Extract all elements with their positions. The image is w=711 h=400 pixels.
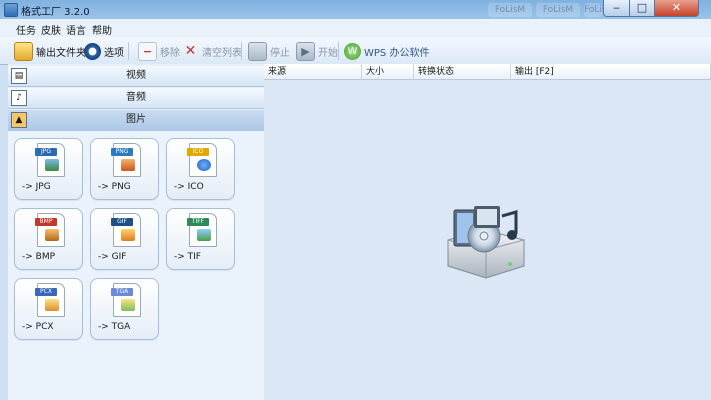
ico-file-icon: ICO: [187, 143, 217, 177]
column-size[interactable]: 大小: [362, 64, 414, 80]
png-file-icon: PNG: [111, 143, 141, 177]
app-icon: [4, 3, 18, 17]
toolbar-separator: [128, 42, 129, 60]
minimize-button[interactable]: ‒: [603, 0, 630, 17]
format-button-pcx[interactable]: PCX -> PCX: [14, 278, 83, 340]
category-audio-label: 音频: [126, 92, 146, 103]
clear-list-button[interactable]: ✕ 清空列表: [182, 41, 242, 61]
column-source[interactable]: 来源: [264, 64, 362, 80]
column-output[interactable]: 输出 [F2]: [511, 64, 711, 80]
film-icon: ▤: [11, 68, 27, 84]
format-label: -> PNG: [98, 182, 131, 192]
format-button-jpg[interactable]: JPG -> JPG: [14, 138, 83, 200]
category-audio[interactable]: ♪ 音频: [8, 88, 264, 109]
clear-list-label: 清空列表: [202, 47, 242, 59]
format-button-tga[interactable]: TGA -> TGA: [90, 278, 159, 340]
category-image[interactable]: ▲ 图片: [8, 110, 264, 131]
title-bar: 格式工厂 3.2.0 FoLisM FoLisM FoLis ‒ □ ✕: [0, 0, 711, 19]
start-play-icon: ▶: [296, 41, 315, 61]
window-title: 格式工厂 3.2.0: [21, 7, 90, 18]
music-note-icon: ♪: [11, 90, 27, 106]
category-image-label: 图片: [126, 114, 146, 125]
toolbar: 输出文件夹 选项 − 移除 ✕ 清空列表 停止 ▶ 开始 W WPS 办公软件: [0, 37, 711, 65]
task-list[interactable]: 来源 大小 转换状态 输出 [F2]: [264, 64, 711, 400]
stop-icon: [248, 41, 267, 61]
picture-icon: ▲: [11, 112, 27, 128]
background-window-tab: FoLisM: [536, 3, 580, 17]
format-button-png[interactable]: PNG -> PNG: [90, 138, 159, 200]
toolbar-separator: [338, 42, 339, 60]
category-video[interactable]: ▤ 视频: [8, 66, 264, 87]
close-button[interactable]: ✕: [654, 0, 699, 17]
wps-office-button[interactable]: W WPS 办公软件: [344, 41, 429, 61]
format-label: -> JPG: [22, 182, 51, 192]
folder-icon: [14, 41, 33, 61]
menu-bar: 任务 皮肤 语言 帮助: [0, 19, 711, 38]
wps-label: WPS 办公软件: [364, 47, 430, 59]
pcx-file-icon: PCX: [35, 283, 65, 317]
tga-file-icon: TGA: [111, 283, 141, 317]
remove-button[interactable]: − 移除: [138, 41, 180, 61]
stop-button[interactable]: 停止: [248, 41, 290, 61]
jpg-file-icon: JPG: [35, 143, 65, 177]
clear-x-icon: ✕: [184, 43, 197, 59]
bmp-file-icon: BMP: [35, 213, 65, 247]
menu-task[interactable]: 任务: [16, 22, 36, 37]
format-label: -> PCX: [22, 322, 54, 332]
format-factory-logo-icon: [447, 206, 525, 279]
background-window-tab: FoLisM: [488, 3, 532, 17]
image-format-grid: JPG -> JPG PNG -> PNG ICO -> ICO BMP -> …: [8, 132, 264, 400]
output-folder-label: 输出文件夹: [36, 47, 86, 59]
format-category-pane: ▤ 视频 ♪ 音频 ▲ 图片 JPG -> JPG PNG -> PNG ICO: [8, 64, 265, 400]
background-window-tab: FoLis: [584, 3, 607, 17]
menu-help[interactable]: 帮助: [92, 22, 112, 37]
format-button-ico[interactable]: ICO -> ICO: [166, 138, 235, 200]
options-gear-icon: [84, 42, 101, 60]
wps-logo-icon: W: [344, 42, 361, 60]
tiff-file-icon: TIFF: [187, 213, 217, 247]
format-button-gif[interactable]: GIF -> GIF: [90, 208, 159, 270]
format-label: -> GIF: [98, 252, 127, 262]
column-status[interactable]: 转换状态: [414, 64, 511, 80]
format-label: -> TGA: [98, 322, 131, 332]
start-label: 开始: [318, 47, 338, 59]
format-button-bmp[interactable]: BMP -> BMP: [14, 208, 83, 270]
remove-icon: −: [138, 41, 157, 61]
options-label: 选项: [104, 47, 124, 59]
format-label: -> TIF: [174, 252, 201, 262]
menu-skin[interactable]: 皮肤: [41, 22, 61, 37]
format-label: -> ICO: [174, 182, 204, 192]
output-folder-button[interactable]: 输出文件夹: [14, 41, 86, 61]
menu-language[interactable]: 语言: [66, 22, 86, 37]
category-video-label: 视频: [126, 70, 146, 81]
maximize-button[interactable]: □: [629, 0, 655, 17]
toolbar-separator: [241, 42, 242, 60]
format-button-tif[interactable]: TIFF -> TIF: [166, 208, 235, 270]
stop-label: 停止: [270, 47, 290, 59]
format-label: -> BMP: [22, 252, 56, 262]
options-button[interactable]: 选项: [84, 41, 124, 61]
gif-file-icon: GIF: [111, 213, 141, 247]
remove-label: 移除: [160, 47, 180, 59]
start-button[interactable]: ▶ 开始: [296, 41, 338, 61]
